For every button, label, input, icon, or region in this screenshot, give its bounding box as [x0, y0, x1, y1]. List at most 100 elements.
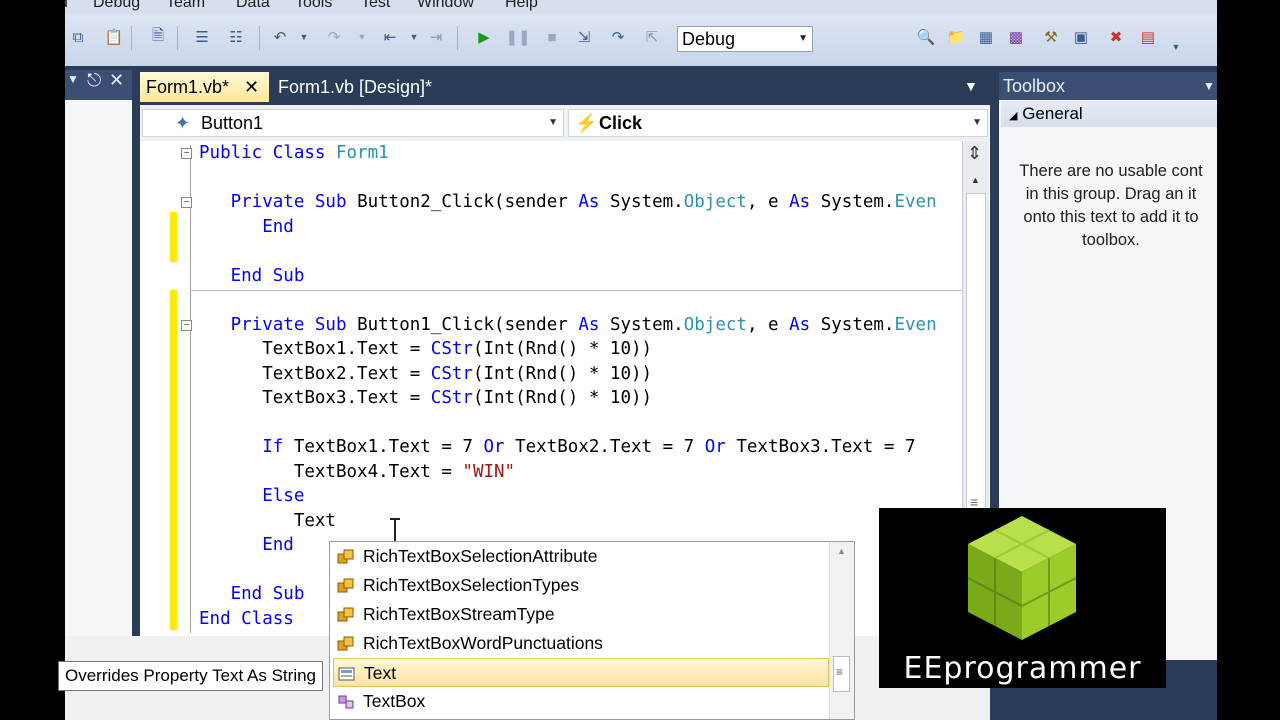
logo-text: EEprogrammer: [903, 651, 1142, 686]
toolbar-overflow-icon[interactable]: ▼: [1165, 36, 1187, 58]
scroll-up-icon[interactable]: ▲: [837, 546, 846, 556]
close-icon[interactable]: ✕: [109, 70, 124, 91]
tab-label: Form1.vb*: [146, 77, 230, 97]
code-token: TextBox2.Text = 7: [504, 437, 705, 457]
undo-icon[interactable]: ↶: [269, 26, 291, 48]
menu-help[interactable]: Help: [505, 0, 538, 12]
toolbox-empty-line: There are no usable cont: [1019, 162, 1203, 180]
navigate-backward-icon[interactable]: ⇤: [379, 26, 401, 48]
tab-form1-vb[interactable]: Form1.vb* ✕: [140, 72, 269, 102]
keyword: End Class: [199, 608, 294, 629]
scroll-up-icon[interactable]: ▲: [971, 175, 980, 185]
type-name: Object: [683, 314, 747, 335]
left-panel-header: ▼ ⎋ ✕: [65, 70, 132, 100]
panel-dropdown-icon[interactable]: ▼: [1203, 72, 1215, 100]
completion-scrollbar[interactable]: ▲ ≡: [829, 542, 854, 719]
redo-dropdown-icon[interactable]: ▼: [351, 26, 373, 48]
find-in-files-icon[interactable]: 🔍: [915, 26, 937, 48]
menu-tools[interactable]: Tools: [295, 0, 332, 12]
find-icon[interactable]: 🗎: [147, 26, 169, 48]
chevron-down-icon: ▼: [972, 117, 982, 128]
type-name: Even: [894, 192, 937, 212]
keyword: Else: [262, 486, 305, 506]
menu-file-partial[interactable]: d: [65, 0, 68, 12]
solution-configuration-dropdown[interactable]: Debug ▼: [677, 26, 813, 52]
toolbar-separator: [177, 26, 178, 50]
completion-item-selected[interactable]: Text: [333, 658, 829, 687]
toolbox-icon[interactable]: ⚒: [1040, 26, 1062, 48]
toolbox-empty-line: toolbox.: [1082, 231, 1140, 249]
chevron-down-icon: ▼: [798, 33, 808, 44]
navigate-dropdown-icon[interactable]: ▼: [403, 26, 425, 48]
menu-window[interactable]: Window: [417, 0, 474, 12]
code-token: TextBox1.Text =: [262, 339, 431, 359]
event-icon: ⚡: [575, 113, 598, 133]
collapse-icon[interactable]: −: [181, 148, 192, 159]
completion-item[interactable]: RichTextBoxWordPunctuations: [333, 629, 829, 658]
menu-test[interactable]: Test: [361, 0, 390, 12]
error-list-icon[interactable]: ✖: [1105, 26, 1127, 48]
undo-dropdown-icon[interactable]: ▼: [293, 26, 315, 48]
code-token: (Int(Rnd() * 10)): [472, 388, 653, 408]
code-token: (Int(Rnd() * 10)): [472, 339, 653, 359]
panel-dropdown-icon[interactable]: ▼: [67, 72, 79, 86]
solution-explorer-icon[interactable]: 📁: [945, 26, 967, 48]
uncomment-icon[interactable]: ☷: [225, 26, 247, 48]
code-token: System.: [609, 192, 684, 212]
tabs-dropdown-icon[interactable]: ▼: [964, 78, 978, 94]
string-literal: "WIN": [462, 461, 516, 482]
completion-list[interactable]: RichTextBoxSelectionAttribute RichTextBo…: [329, 541, 855, 720]
tab-form1-design[interactable]: Form1.vb [Design]*: [272, 72, 447, 102]
completion-item-label: RichTextBoxStreamType: [363, 604, 555, 624]
start-debugging-icon[interactable]: ▶: [473, 26, 495, 48]
pause-icon[interactable]: ❚❚: [505, 26, 530, 48]
menu-debug[interactable]: Debug: [93, 0, 140, 12]
pin-icon[interactable]: ⎋: [87, 70, 101, 91]
code-line: End: [199, 215, 937, 240]
stop-icon[interactable]: ■: [541, 26, 563, 48]
collapse-icon[interactable]: −: [181, 197, 192, 208]
completion-item[interactable]: TextBox: [333, 687, 829, 716]
redo-icon[interactable]: ↷: [323, 26, 345, 48]
collapse-icon[interactable]: −: [181, 320, 192, 331]
completion-item[interactable]: RichTextBoxStreamType: [333, 600, 829, 629]
grip-icon: ≡: [836, 665, 844, 679]
navigate-forward-icon[interactable]: ⇥: [425, 26, 447, 48]
keyword: If: [262, 437, 284, 457]
code-token: TextBox3.Text =: [262, 388, 431, 408]
menu-team[interactable]: Team: [166, 0, 205, 12]
tab-label: Form1.vb [Design]*: [278, 77, 433, 97]
code-line: Else: [199, 484, 937, 509]
paste-icon[interactable]: 📋: [103, 26, 125, 48]
split-handle-icon[interactable]: ⇕: [967, 143, 982, 164]
menu-data[interactable]: Data: [236, 0, 270, 12]
code-token: System.: [820, 192, 895, 212]
object-browser-icon[interactable]: ▩: [1005, 26, 1027, 48]
output-window-icon[interactable]: ▤: [1137, 26, 1159, 48]
keyword: End Sub: [230, 584, 305, 604]
properties-icon[interactable]: ▦: [975, 26, 997, 48]
completion-item[interactable]: RichTextBoxSelectionAttribute: [333, 542, 829, 571]
completion-item[interactable]: RichTextBoxSelectionTypes: [333, 571, 829, 600]
eeprogrammer-logo: EEprogrammer: [879, 508, 1166, 688]
toolbox-group-general[interactable]: ◢ General: [1001, 101, 1217, 127]
close-icon[interactable]: ✕: [244, 72, 259, 102]
step-into-icon[interactable]: ⇲: [573, 26, 595, 48]
code-token: Button1_Click(sender: [357, 314, 568, 335]
event-dropdown[interactable]: ⚡ Click ▼: [568, 109, 988, 137]
step-out-icon[interactable]: ⇱: [641, 26, 663, 48]
comment-icon[interactable]: ☰: [191, 26, 213, 48]
toolbar-separator: [259, 26, 260, 50]
step-over-icon[interactable]: ↷: [607, 26, 629, 48]
code-token: Button2_Click(sender: [357, 192, 568, 212]
keyword: Or: [704, 437, 726, 457]
extension-manager-icon[interactable]: ▣: [1070, 26, 1092, 48]
scroll-thumb[interactable]: ≡: [833, 656, 850, 692]
left-panel: [65, 100, 132, 660]
object-dropdown[interactable]: ✦ Button1 ▼: [142, 109, 564, 137]
keyword: As: [578, 192, 600, 212]
copy-icon[interactable]: ⧉: [67, 26, 89, 48]
